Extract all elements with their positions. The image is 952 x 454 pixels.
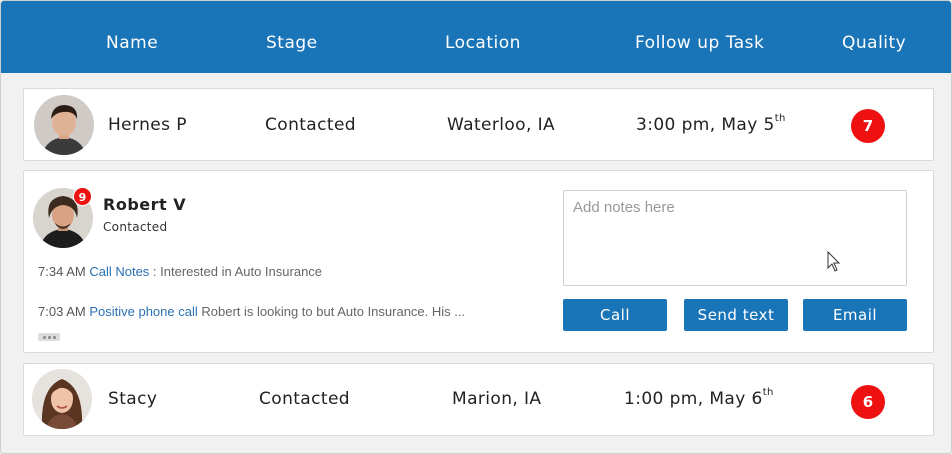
lead-stage: Contacted [103,220,168,234]
email-button[interactable]: Email [803,299,907,331]
more-dots-icon[interactable] [38,333,60,341]
activity-separator: : [149,264,161,279]
task-time: 1:00 pm, May 6 [624,389,763,409]
activity-time: 7:34 AM [38,264,86,279]
column-header-name[interactable]: Name [106,33,158,53]
activity-item: 7:03 AM Positive phone call Robert is lo… [38,304,465,319]
activity-text: Interested in Auto Insurance [160,264,323,279]
column-header-location[interactable]: Location [445,33,521,53]
avatar-stacy [32,369,92,429]
lead-stage: Contacted [259,389,350,409]
lead-follow-up-task: 3:00 pm, May 5th [636,113,786,135]
task-date-suffix: th [774,113,786,124]
notes-input[interactable] [563,190,907,286]
activity-type-link[interactable]: Call Notes [89,264,149,279]
quality-score-badge: 6 [851,385,885,419]
lead-location: Waterloo, IA [447,115,556,135]
lead-name[interactable]: Hernes P [108,115,187,135]
send-text-button[interactable]: Send text [684,299,788,331]
activity-time: 7:03 AM [38,304,86,319]
activity-text: Robert is looking to but Auto Insurance.… [201,304,466,319]
task-date-suffix: th [762,387,774,398]
leads-panel: Name Stage Location Follow up Task Quali… [0,0,952,454]
call-button[interactable]: Call [563,299,667,331]
avatar-hernes [34,95,94,155]
column-header-stage[interactable]: Stage [266,33,318,53]
column-header-follow-up-task[interactable]: Follow up Task [635,33,764,53]
lead-row-expanded[interactable]: 9 Robert V Contacted 7:34 AM Call Notes … [23,170,934,353]
lead-name[interactable]: Robert V [103,195,186,214]
activity-type-link[interactable]: Positive phone call [89,304,197,319]
task-time: 3:00 pm, May 5 [636,115,775,135]
activity-item: 7:34 AM Call Notes : Interested in Auto … [38,264,322,279]
lead-row[interactable]: Hernes P Contacted Waterloo, IA 3:00 pm,… [23,88,934,161]
lead-stage: Contacted [265,115,356,135]
mouse-pointer-icon [827,251,841,272]
lead-name[interactable]: Stacy [108,389,157,409]
lead-follow-up-task: 1:00 pm, May 6th [624,387,774,409]
lead-row[interactable]: Stacy Contacted Marion, IA 1:00 pm, May … [23,363,934,436]
quality-score-badge: 7 [851,109,885,143]
notification-count-badge: 9 [73,187,92,206]
lead-location: Marion, IA [452,389,542,409]
table-header: Name Stage Location Follow up Task Quali… [1,1,951,73]
column-header-quality[interactable]: Quality [842,33,906,53]
